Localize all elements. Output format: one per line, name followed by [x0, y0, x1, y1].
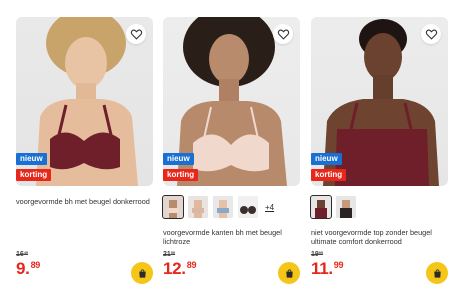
new-badge: nieuw	[16, 153, 47, 165]
product-image[interactable]: nieuw korting	[311, 17, 448, 186]
product-card[interactable]: nieuw korting niet voorgevormde top zond…	[310, 0, 452, 302]
add-to-cart-button[interactable]	[131, 262, 153, 284]
heart-icon	[277, 29, 289, 40]
old-price-main: 16	[16, 251, 24, 258]
sale-badge: korting	[16, 169, 52, 181]
product-card[interactable]: nieuw korting voorgevormde bh met beugel…	[16, 0, 157, 302]
color-swatches	[310, 195, 356, 219]
current-price: 12.89	[163, 259, 196, 279]
product-title[interactable]: voorgevormde kanten bh met beugel lichtr…	[163, 228, 301, 246]
old-price: 1649	[16, 251, 28, 258]
product-image[interactable]: nieuw korting	[16, 17, 153, 186]
old-price-main: 19	[311, 251, 319, 258]
old-price: 2199	[163, 251, 175, 258]
swatch-lightpink[interactable]	[162, 195, 184, 219]
product-image[interactable]: nieuw korting	[163, 17, 300, 186]
heart-icon	[130, 29, 142, 40]
old-price-main: 21	[163, 251, 171, 258]
old-price-cents: 99	[170, 251, 176, 255]
add-to-cart-button[interactable]	[426, 262, 448, 284]
price-main: 9.	[16, 259, 30, 278]
price-cents: 89	[186, 260, 197, 270]
product-title[interactable]: voorgevormde bh met beugel donkerrood	[16, 197, 154, 207]
more-colors-link[interactable]: +4	[265, 203, 274, 212]
shopping-bag-icon	[138, 268, 146, 278]
product-card[interactable]: nieuw korting +4 voorgevormde kanten bh …	[162, 0, 304, 302]
sale-badge: korting	[311, 169, 347, 181]
current-price: 11.99	[311, 259, 344, 279]
favorite-button[interactable]	[273, 24, 293, 44]
price-main: 11.	[311, 259, 333, 278]
shopping-bag-icon	[433, 268, 441, 278]
price-main: 12.	[163, 259, 186, 278]
shopping-bag-icon	[285, 268, 293, 278]
sale-badge: korting	[163, 169, 199, 181]
favorite-button[interactable]	[421, 24, 441, 44]
swatch-black[interactable]	[336, 196, 356, 218]
old-price-cents: 49	[23, 251, 29, 255]
swatch-nude[interactable]	[188, 196, 208, 218]
color-swatches: +4	[162, 195, 274, 219]
new-badge: nieuw	[163, 153, 194, 165]
heart-icon	[425, 29, 437, 40]
product-title[interactable]: niet voorgevormde top zonder beugel ulti…	[311, 228, 449, 246]
new-badge: nieuw	[311, 153, 342, 165]
add-to-cart-button[interactable]	[278, 262, 300, 284]
price-cents: 89	[30, 260, 41, 270]
swatch-darkred[interactable]	[310, 195, 332, 219]
old-price: 1999	[311, 251, 323, 258]
swatch-blue[interactable]	[213, 196, 233, 218]
swatch-black[interactable]	[238, 196, 258, 218]
price-cents: 99	[333, 260, 344, 270]
favorite-button[interactable]	[126, 24, 146, 44]
old-price-cents: 99	[318, 251, 324, 255]
current-price: 9.89	[16, 259, 40, 279]
